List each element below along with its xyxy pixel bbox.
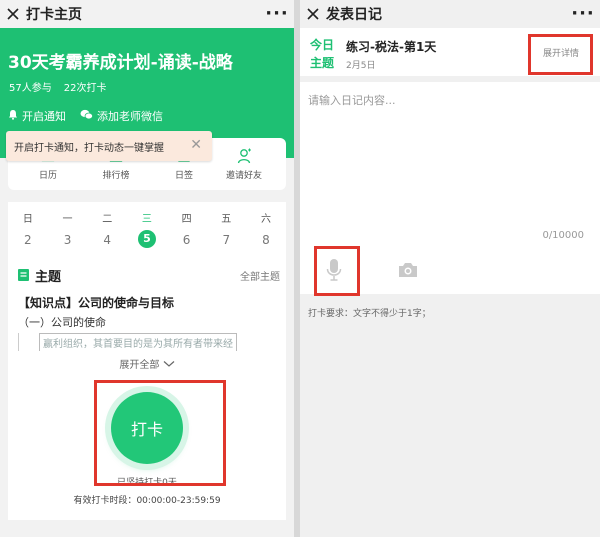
topic-title: 【知识点】公司的使命与目标: [18, 296, 175, 310]
calendar-date[interactable]: 2: [8, 230, 48, 250]
page-title: 发表日记: [326, 7, 382, 23]
nav-invite-friends[interactable]: 邀请好友: [214, 148, 274, 181]
weekday: 五: [221, 214, 232, 225]
nav-invite-friends-label: 邀请好友: [225, 171, 262, 181]
diary-topic-date: 2月5日: [346, 61, 376, 71]
post-diary-panel: 发表日记 ··· 今日 主题 练习-税法-第1天 2月5日 展开详情 请输入日记…: [300, 0, 600, 537]
calendar-date-selected[interactable]: 5: [127, 230, 167, 250]
more-menu-icon[interactable]: ···: [566, 4, 600, 24]
today-topic-badge: 今日 主题: [310, 36, 334, 72]
page-title: 打卡主页: [26, 7, 82, 23]
close-icon[interactable]: [0, 0, 26, 28]
participants-count: 57人参与: [9, 83, 52, 94]
nav-leaderboard-label: 排行榜: [102, 171, 130, 181]
tooltip-close-icon[interactable]: ✕: [190, 137, 202, 153]
close-icon[interactable]: [300, 0, 326, 28]
diary-content-placeholder: 请输入日记内容...: [308, 94, 396, 107]
screenshot-root: 打卡主页 ··· 30天考霸养成计划-诵读-战略 57人参与 22次打卡 开启通…: [0, 0, 600, 537]
title-bar: 发表日记 ···: [300, 0, 600, 28]
weekday: 四: [181, 214, 192, 225]
calendar-date[interactable]: 7: [206, 230, 246, 250]
weekday: 二: [102, 214, 113, 225]
more-menu-icon[interactable]: ···: [260, 4, 294, 24]
header-links: 开启通知 添加老师微信: [8, 108, 163, 124]
calendar-date[interactable]: 4: [87, 230, 127, 250]
nav-daily-sign-label: 日签: [174, 171, 193, 181]
enable-notification-label: 开启通知: [22, 110, 66, 123]
plan-stats: 57人参与 22次打卡: [9, 79, 106, 94]
all-topics-link[interactable]: 全部主题: [240, 268, 280, 283]
title-bar: 打卡主页 ···: [0, 0, 294, 28]
checkin-home-panel: 打卡主页 ··· 30天考霸养成计划-诵读-战略 57人参与 22次打卡 开启通…: [0, 0, 294, 537]
calendar-date[interactable]: 8: [246, 230, 286, 250]
expand-all-label: 展开全部: [119, 360, 160, 371]
topic-preview-text: 赢利组织，其首要目的是为其所有者带来经: [39, 333, 237, 351]
checkin-requirement: 打卡要求：文字不得少于1字；: [308, 309, 431, 319]
topic-section-title: 主题: [35, 270, 62, 285]
highlight-box-voice: [314, 246, 360, 296]
date-row: 2 3 4 5 6 7 8: [8, 230, 286, 250]
invite-user-icon: [214, 148, 274, 164]
add-teacher-wechat-label: 添加老师微信: [97, 110, 163, 123]
topic-section-icon: [18, 266, 29, 285]
expand-all-link[interactable]: 展开全部: [8, 356, 286, 371]
wechat-icon: [80, 109, 93, 123]
highlight-box-details: [528, 34, 593, 75]
calendar-date[interactable]: 6: [167, 230, 207, 250]
highlight-box-checkin: [94, 380, 226, 486]
notification-tooltip: 开启打卡通知，打卡动态一键掌握 ✕: [6, 131, 212, 161]
calendar-date[interactable]: 3: [48, 230, 88, 250]
today-badge-line1: 今日: [310, 38, 335, 52]
camera-icon[interactable]: [398, 262, 418, 282]
character-count: 0/10000: [542, 230, 584, 241]
valid-period-text: 有效打卡时段：00:00:00-23:59:59: [73, 496, 221, 506]
diary-topic-title: 练习-税法-第1天: [346, 40, 437, 54]
weekday: 一: [62, 214, 73, 225]
chevron-down-icon: [163, 360, 175, 371]
today-badge-line2: 主题: [310, 56, 335, 70]
weekday-today: 三: [141, 214, 152, 225]
plan-title: 30天考霸养成计划-诵读-战略: [8, 53, 233, 73]
add-teacher-wechat-link[interactable]: 添加老师微信: [80, 108, 163, 124]
selected-date-label: 5: [137, 230, 156, 248]
enable-notification-link[interactable]: 开启通知: [8, 108, 66, 124]
weekday-row: 日 一 二 三 四 五 六: [8, 210, 286, 225]
topic-section-header: 主题 全部主题: [18, 266, 280, 285]
weekday: 日: [22, 214, 33, 225]
topic-subtitle: （一）公司的使命: [18, 316, 106, 329]
weekday: 六: [260, 214, 271, 225]
nav-calendar-label: 日历: [38, 171, 57, 181]
tooltip-text: 开启打卡通知，打卡动态一键掌握: [14, 142, 164, 154]
checkins-count: 22次打卡: [63, 83, 107, 94]
topic-preview: 赢利组织，其首要目的是为其所有者带来经: [18, 333, 280, 351]
bell-icon: [8, 109, 18, 123]
